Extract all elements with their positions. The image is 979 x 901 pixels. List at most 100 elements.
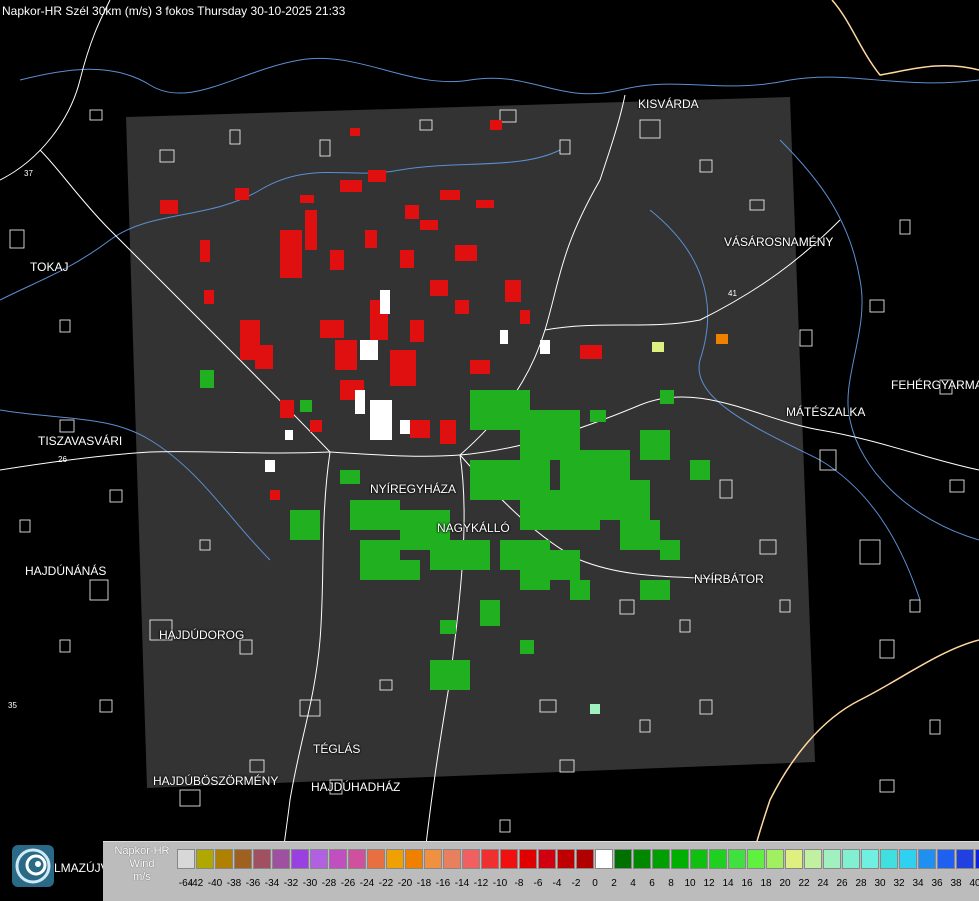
city-label-fehergyarmat: FEHÉRGYARMA xyxy=(891,378,979,392)
legend-tick-label: 34 xyxy=(912,878,924,889)
legend-tick-label: -42 xyxy=(188,878,204,889)
legend-swatch xyxy=(462,849,480,869)
legend-tick-label: -38 xyxy=(226,878,242,889)
city-label-mateszalka: MÁTÉSZALKA xyxy=(786,405,866,419)
legend-swatch xyxy=(291,849,309,869)
legend-tick-label: 8 xyxy=(668,878,674,889)
logo-icon xyxy=(12,845,54,887)
legend-tick-label: -2 xyxy=(571,878,581,889)
legend-swatch xyxy=(937,849,955,869)
legend-swatch xyxy=(557,849,575,869)
legend-swatch xyxy=(443,849,461,869)
legend-tick-label: -30 xyxy=(302,878,318,889)
city-label-teglas: TÉGLÁS xyxy=(313,742,361,756)
city-label-hajdudorog: HAJDÚDOROG xyxy=(159,628,245,642)
legend-swatch xyxy=(614,849,632,869)
city-label-nyiregyhaza: NYÍREGYHÁZA xyxy=(370,482,457,496)
legend-tick-label: 18 xyxy=(760,878,772,889)
city-label-nyirbator: NYÍRBÁTOR xyxy=(694,572,764,586)
legend-tick-label: -22 xyxy=(378,878,394,889)
legend-swatch xyxy=(538,849,556,869)
city-label-tiszavasvari: TISZAVASVÁRI xyxy=(38,434,123,448)
legend-tick-label: 6 xyxy=(649,878,655,889)
city-label-hajduboszormeny: HAJDÚBÖSZÖRMÉNY xyxy=(153,774,279,788)
legend-swatch xyxy=(405,849,423,869)
legend-tick-label: 32 xyxy=(893,878,905,889)
legend-swatch xyxy=(310,849,328,869)
road-number-41: 41 xyxy=(728,289,737,298)
legend-tick-label: -32 xyxy=(283,878,299,889)
legend-tick-label: -10 xyxy=(492,878,508,889)
legend-tick-label: 14 xyxy=(722,878,734,889)
legend-swatch xyxy=(424,849,442,869)
legend-tick-label: -28 xyxy=(321,878,337,889)
legend-swatch xyxy=(956,849,974,869)
legend-swatch xyxy=(177,849,195,869)
legend-swatch xyxy=(234,849,252,869)
legend-tick-label: -20 xyxy=(397,878,413,889)
legend-tick-label: 16 xyxy=(741,878,753,889)
radar-echo-yellow xyxy=(652,342,664,352)
road-number-26: 26 xyxy=(58,455,67,464)
legend-tick-label: -14 xyxy=(454,878,470,889)
legend-swatch xyxy=(899,849,917,869)
legend-tick-label: -4 xyxy=(552,878,562,889)
legend-swatch xyxy=(842,849,860,869)
legend-swatch xyxy=(500,849,518,869)
legend-tick-label: 12 xyxy=(703,878,715,889)
legend-swatch xyxy=(728,849,746,869)
legend-label: Napkor-HR Wind m/s xyxy=(106,845,178,884)
legend-swatch xyxy=(272,849,290,869)
legend-tick-label: -12 xyxy=(473,878,489,889)
legend-swatch xyxy=(215,849,233,869)
legend-tick-label: -26 xyxy=(340,878,356,889)
legend-swatches xyxy=(177,849,979,869)
legend-tick-label: -24 xyxy=(359,878,375,889)
legend-swatch xyxy=(785,849,803,869)
legend-swatch xyxy=(595,849,613,869)
map-title: Napkor-HR Szél 30km (m/s) 3 fokos Thursd… xyxy=(2,4,346,18)
legend-swatch xyxy=(481,849,499,869)
legend-tick-label: 28 xyxy=(855,878,867,889)
legend-swatch xyxy=(861,849,879,869)
legend-swatch xyxy=(918,849,936,869)
legend-swatch xyxy=(747,849,765,869)
legend-tick-label: -40 xyxy=(207,878,223,889)
legend-tick-label: 20 xyxy=(779,878,791,889)
legend-tick-label: 36 xyxy=(931,878,943,889)
legend-swatch xyxy=(823,849,841,869)
legend-tick-label: -6 xyxy=(533,878,543,889)
legend-tick-label: 26 xyxy=(836,878,848,889)
legend-swatch xyxy=(880,849,898,869)
city-label-vasarosnameny: VÁSÁROSNAMÉNY xyxy=(724,235,834,249)
legend-swatch xyxy=(196,849,214,869)
legend-tick-label: 10 xyxy=(684,878,696,889)
legend-tick-label: -8 xyxy=(514,878,524,889)
legend-tick-label: -18 xyxy=(416,878,432,889)
legend-swatch xyxy=(709,849,727,869)
legend-swatch xyxy=(329,849,347,869)
legend-swatch xyxy=(576,849,594,869)
legend-tick-label: -36 xyxy=(245,878,261,889)
radar-echo-orange xyxy=(716,334,728,344)
radar-map[interactable]: 26 35 41 37 xyxy=(0,0,979,900)
radar-echo-cyan xyxy=(590,704,600,714)
legend-swatch xyxy=(348,849,366,869)
legend-tick-label: 30 xyxy=(874,878,886,889)
city-label-hajdunanas: HAJDÚNÁNÁS xyxy=(25,564,107,578)
legend-tick-label: 0 xyxy=(592,878,598,889)
legend-tick-label: 24 xyxy=(817,878,829,889)
legend-swatch xyxy=(386,849,404,869)
road-number-35: 35 xyxy=(8,701,17,710)
legend-tick-label: 4 xyxy=(630,878,636,889)
legend-unit: m/s xyxy=(133,871,151,883)
legend-swatch xyxy=(766,849,784,869)
legend-tick-label: -34 xyxy=(264,878,280,889)
legend-swatch xyxy=(253,849,271,869)
city-label-hajduhadhaz: HAJDÚHADHÁZ xyxy=(311,780,401,794)
city-label-kisvarda: KISVÁRDA xyxy=(638,97,699,111)
radar-coverage-panel xyxy=(126,97,815,788)
legend-tick-label: 22 xyxy=(798,878,810,889)
legend-swatch xyxy=(671,849,689,869)
legend-swatch xyxy=(690,849,708,869)
